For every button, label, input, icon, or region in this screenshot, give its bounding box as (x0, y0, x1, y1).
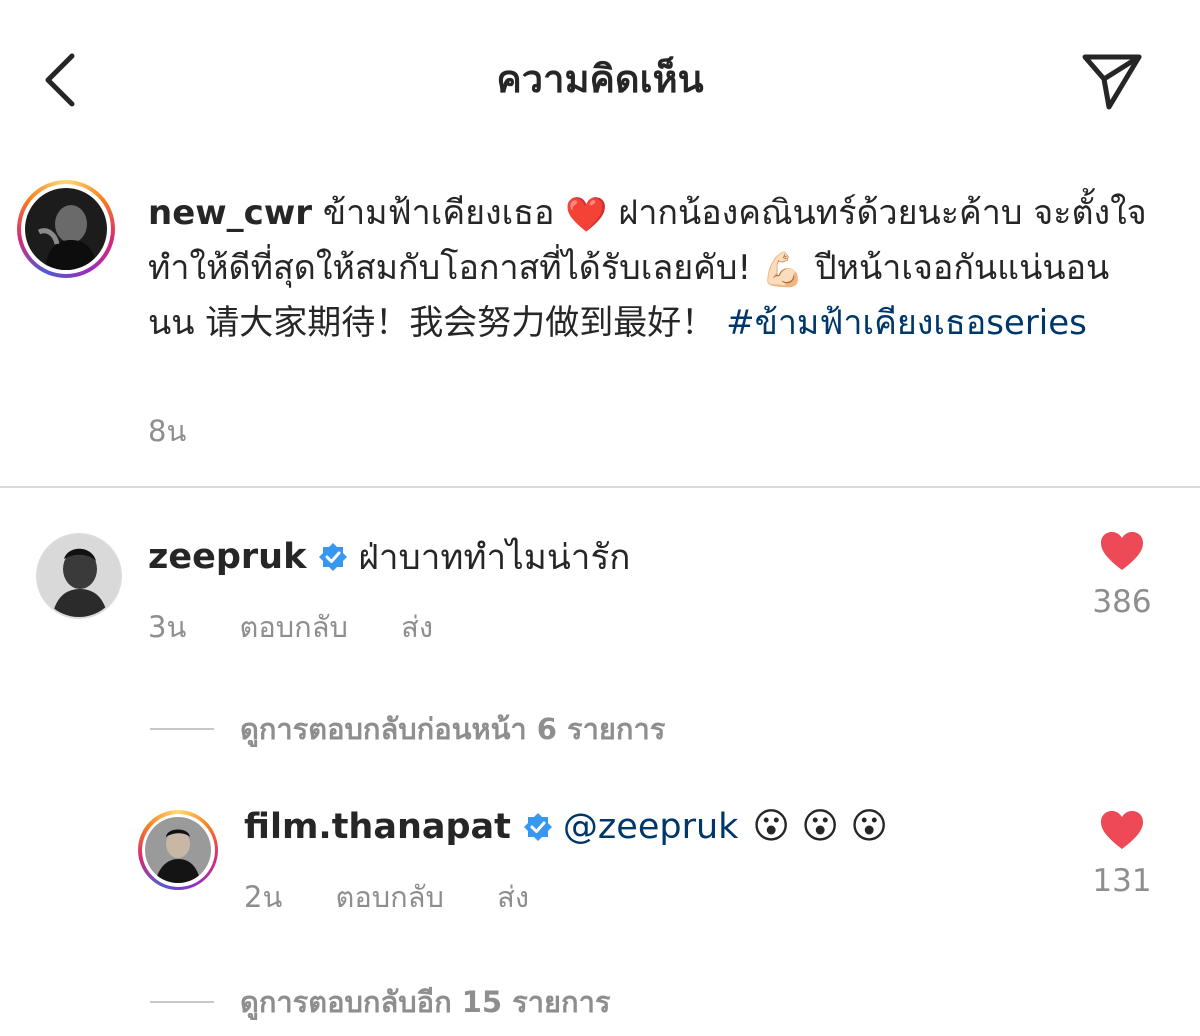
caption-divider (0, 486, 1200, 488)
page-title: ความคิดเห็น (496, 57, 704, 101)
paper-plane-icon (1082, 54, 1142, 110)
commenter-avatar[interactable] (36, 533, 122, 619)
heart-emoji: ❤️ (565, 195, 608, 235)
comment-meta: 3น ตอบกลับ ส่ง (148, 604, 477, 650)
like-column: 386 (1082, 530, 1162, 620)
post-meta: 8น (148, 408, 230, 454)
view-more-replies-button[interactable]: ดูการตอบกลับอีก 15 รายการ (150, 979, 610, 1025)
muscle-emoji: 💪🏻 (761, 250, 805, 290)
verified-badge-icon (523, 813, 552, 841)
reply-username[interactable]: film.thanapat (244, 807, 511, 847)
like-count: 131 (1092, 863, 1152, 899)
view-more-replies-label: ดูการตอบกลับอีก 15 รายการ (240, 985, 611, 1019)
send-button[interactable]: ส่ง (401, 610, 433, 644)
comment-timestamp: 3น (148, 610, 187, 644)
mention-link[interactable]: @zeepruk (563, 807, 739, 847)
heart-icon[interactable] (1099, 809, 1145, 851)
top-bar: ความคิดเห็น (0, 0, 1200, 152)
verified-badge-icon (319, 543, 348, 571)
heart-icon[interactable] (1099, 530, 1145, 572)
comment-body: zeepruk ฝ่าบาททำไมน่ารัก (148, 532, 630, 582)
comment-username[interactable]: zeepruk (148, 537, 306, 577)
view-replies-button[interactable]: ดูการตอบกลับก่อนหน้า 6 รายการ (150, 706, 665, 752)
post-caption: new_cwr ข้ามฟ้าเคียงเธอ ❤️ ฝากน้องคณินทร… (148, 186, 1148, 351)
send-button[interactable]: ส่ง (497, 880, 529, 914)
reply-meta: 2น ตอบกลับ ส่ง (244, 874, 573, 920)
view-replies-label: ดูการตอบกลับก่อนหน้า 6 รายการ (240, 712, 666, 746)
avatar (38, 535, 120, 617)
post-timestamp: 8น (148, 414, 187, 448)
comment-text: ฝ่าบาททำไมน่ารัก (358, 537, 631, 578)
hashtag-link[interactable]: #ข้ามฟ้าเคียงเธอseries (726, 303, 1087, 343)
reply-timestamp: 2น (244, 880, 283, 914)
reply-body: film.thanapat @zeepruk 😮 😮 😮 (244, 802, 888, 852)
reply-button[interactable]: ตอบกลับ (240, 610, 348, 644)
like-column: 131 (1082, 809, 1162, 899)
post-username[interactable]: new_cwr (148, 193, 312, 233)
replies-divider-line (150, 1001, 214, 1003)
like-count: 386 (1092, 584, 1152, 620)
avatar (25, 188, 107, 270)
avatar (145, 817, 211, 883)
reply-author-avatar[interactable] (138, 810, 218, 890)
share-button[interactable] (1072, 40, 1152, 120)
surprised-face-emojis: 😮 😮 😮 (752, 806, 888, 847)
caption-text-1: ข้ามฟ้าเคียงเธอ (322, 193, 555, 233)
replies-divider-line (150, 728, 214, 730)
post-author-avatar[interactable] (17, 180, 115, 278)
reply-button[interactable]: ตอบกลับ (336, 880, 444, 914)
